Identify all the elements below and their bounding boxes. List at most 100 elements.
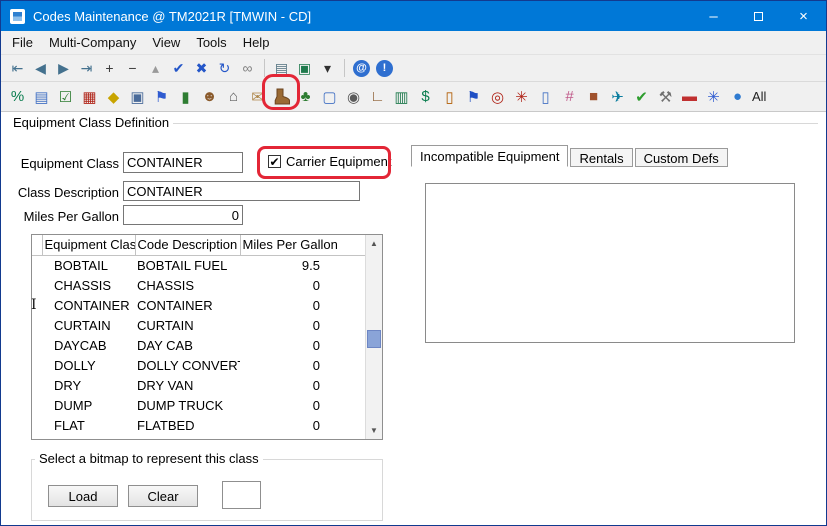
- toolbar-main: ⇤◀▶⇥+−▴✔✖↻∞ ▤▣▾ @!: [1, 54, 826, 81]
- grid-column-header-code-description: Code Description: [135, 235, 240, 255]
- chart-icon[interactable]: ▦: [79, 86, 100, 107]
- table-cell: 0: [240, 275, 365, 295]
- table-cell: DAY CAB: [135, 335, 240, 355]
- tab-strip: Incompatible EquipmentRentalsCustom Defs: [411, 145, 730, 167]
- asterisk-icon[interactable]: ✳: [703, 86, 724, 107]
- table-row[interactable]: DAYCABDAY CAB0: [32, 335, 365, 355]
- miles-per-gallon-input[interactable]: [123, 205, 243, 225]
- table-cell: 9.5: [240, 255, 365, 275]
- link-icon[interactable]: ∞: [237, 58, 258, 79]
- print-icon[interactable]: ▤: [271, 58, 292, 79]
- tab-custom-defs[interactable]: Custom Defs: [635, 148, 728, 167]
- minimize-button[interactable]: –: [691, 1, 736, 31]
- table-row[interactable]: BOBTAILBOBTAIL FUEL9.5: [32, 255, 365, 275]
- approve-icon[interactable]: ✔: [631, 86, 652, 107]
- globe-icon[interactable]: ●: [727, 86, 748, 107]
- info-icon[interactable]: !: [376, 60, 393, 77]
- spur-icon[interactable]: ✳: [511, 86, 532, 107]
- box-icon[interactable]: ■: [583, 86, 604, 107]
- flag-icon[interactable]: ⚑: [151, 86, 172, 107]
- checklist-icon[interactable]: ☑: [55, 86, 76, 107]
- next-record-icon[interactable]: ▶: [53, 58, 74, 79]
- table-row[interactable]: DUMPDUMP TRUCK0: [32, 395, 365, 415]
- scroll-thumb[interactable]: [367, 330, 381, 348]
- bitmap-group-title: Select a bitmap to represent this class: [35, 451, 263, 466]
- tools-icon[interactable]: ⚒: [655, 86, 676, 107]
- first-record-icon[interactable]: ⇤: [7, 58, 28, 79]
- text-cursor: I: [31, 297, 37, 313]
- client-area: Equipment Class Definition Equipment Cla…: [1, 113, 826, 525]
- invoice-icon[interactable]: ▯: [439, 86, 460, 107]
- window-icon[interactable]: ▢: [319, 86, 340, 107]
- remove-record-icon[interactable]: −: [122, 58, 143, 79]
- app-window: Codes Maintenance @ TM2021R [TMWIN - CD]…: [0, 0, 827, 526]
- all-filter-label[interactable]: All: [752, 89, 766, 104]
- add-record-icon[interactable]: +: [99, 58, 120, 79]
- company-icon[interactable]: ⌂: [223, 86, 244, 107]
- carrier-equipment-label: Carrier Equipment: [286, 154, 392, 169]
- scroll-up-icon[interactable]: ▲: [366, 236, 382, 251]
- previous-record-icon[interactable]: ◀: [30, 58, 51, 79]
- table-row[interactable]: FLATFLATBED0: [32, 415, 365, 435]
- grid-header-row: Equipment ClassCode DescriptionMiles Per…: [32, 235, 365, 255]
- table-cell: DUMP TRUCK: [135, 395, 240, 415]
- insert-icon[interactable]: ▴: [145, 58, 166, 79]
- target-icon[interactable]: ◎: [487, 86, 508, 107]
- jet-icon[interactable]: ✈: [607, 86, 628, 107]
- carrier-equipment-field[interactable]: ✔ Carrier Equipment: [268, 154, 392, 169]
- menu-item-view[interactable]: View: [144, 32, 188, 53]
- table-row[interactable]: DRYDRY VAN0: [32, 375, 365, 395]
- maximize-button[interactable]: [736, 1, 781, 31]
- flag-blue-icon[interactable]: ⚑: [463, 86, 484, 107]
- table-row[interactable]: CONTAINERCONTAINER0: [32, 295, 365, 315]
- close-button[interactable]: ×: [781, 1, 826, 31]
- menu-item-help[interactable]: Help: [235, 32, 278, 53]
- web-icon[interactable]: @: [353, 60, 370, 77]
- last-record-icon[interactable]: ⇥: [76, 58, 97, 79]
- table-row[interactable]: DOLLYDOLLY CONVERT0: [32, 355, 365, 375]
- copy-icon[interactable]: ▣: [127, 86, 148, 107]
- cancel-icon[interactable]: ✖: [191, 58, 212, 79]
- document-icon[interactable]: ▯: [535, 86, 556, 107]
- carrier-equipment-checkbox[interactable]: ✔: [268, 155, 281, 168]
- toolbar-separator: [264, 59, 265, 77]
- load-button[interactable]: Load: [48, 485, 118, 507]
- tab-rentals[interactable]: Rentals: [570, 148, 632, 167]
- screens-icon[interactable]: ▣: [294, 58, 315, 79]
- save-icon[interactable]: ✔: [168, 58, 189, 79]
- row-selector: [32, 315, 42, 335]
- tab-incompatible-equipment[interactable]: Incompatible Equipment: [411, 145, 568, 167]
- incompatible-equipment-list[interactable]: [425, 183, 795, 343]
- equipment-class-grid[interactable]: Equipment ClassCode DescriptionMiles Per…: [31, 234, 383, 440]
- table-row[interactable]: CHASSISCHASSIS0: [32, 275, 365, 295]
- table-cell: 0: [240, 355, 365, 375]
- scroll-down-icon[interactable]: ▼: [366, 423, 382, 438]
- mail-icon[interactable]: ✉: [247, 86, 268, 107]
- row-selector: [32, 415, 42, 435]
- camera-icon[interactable]: ◉: [343, 86, 364, 107]
- percent-icon[interactable]: %: [7, 86, 28, 107]
- shoes-icon[interactable]: ∟: [367, 86, 388, 107]
- equipment-icon[interactable]: ▮: [175, 86, 196, 107]
- refresh-icon[interactable]: ↻: [214, 58, 235, 79]
- menu-item-multi-company[interactable]: Multi-Company: [41, 32, 144, 53]
- class-description-input[interactable]: [123, 181, 360, 201]
- abacus-icon[interactable]: #: [559, 86, 580, 107]
- shield-icon[interactable]: ◆: [103, 86, 124, 107]
- plant-icon[interactable]: ♣: [295, 86, 316, 107]
- ledger-icon[interactable]: ▥: [391, 86, 412, 107]
- grid-scrollbar[interactable]: ▲ ▼: [365, 235, 382, 439]
- table-row[interactable]: CURTAINCURTAIN0: [32, 315, 365, 335]
- money-icon[interactable]: $: [415, 86, 436, 107]
- equipment-class-input[interactable]: [123, 152, 243, 173]
- menu-item-tools[interactable]: Tools: [188, 32, 234, 53]
- boot-icon[interactable]: [271, 86, 292, 107]
- codes-list-icon[interactable]: ▤: [31, 86, 52, 107]
- driver-icon[interactable]: ☻: [199, 86, 220, 107]
- table-cell: DRY VAN: [135, 375, 240, 395]
- screens-dropdown-icon[interactable]: ▾: [317, 58, 338, 79]
- table-cell: CHASSIS: [135, 275, 240, 295]
- car-icon[interactable]: ▬: [679, 86, 700, 107]
- clear-button[interactable]: Clear: [128, 485, 198, 507]
- menu-item-file[interactable]: File: [4, 32, 41, 53]
